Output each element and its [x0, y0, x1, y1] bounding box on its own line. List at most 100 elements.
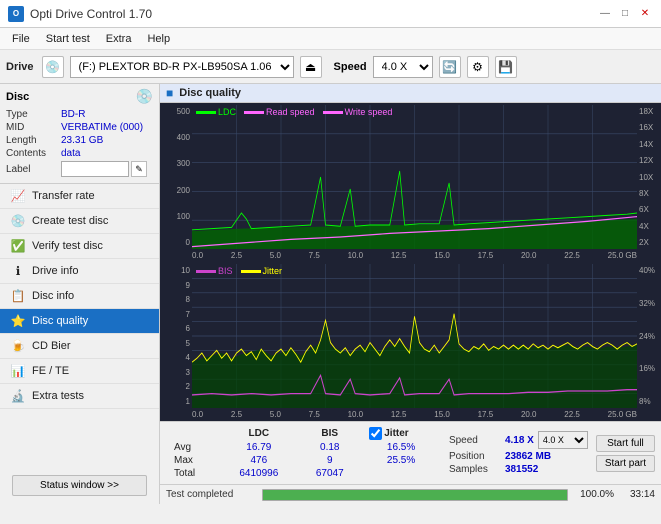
- sidebar-item-cd-bier[interactable]: 🍺 CD Bier: [0, 334, 159, 359]
- sidebar-item-disc-quality[interactable]: ⭐ Disc quality: [0, 309, 159, 334]
- sidebar-item-disc-info[interactable]: 📋 Disc info: [0, 284, 159, 309]
- start-full-button[interactable]: Start full: [596, 435, 655, 452]
- disc-section: Disc 💿 Type BD-R MID VERBATIMe (000) Len…: [0, 84, 159, 184]
- sidebar-item-drive-info[interactable]: ℹ Drive info: [0, 259, 159, 284]
- disc-length-value: 23.31 GB: [61, 135, 153, 146]
- disc-mid-value: VERBATIMe (000): [61, 122, 153, 133]
- sidebar-item-label: Drive info: [32, 265, 78, 277]
- sidebar-item-label: Extra tests: [32, 390, 84, 402]
- charts-wrapper: 5004003002001000 LDC Read speed: [160, 103, 661, 421]
- speed-info: Speed 4.18 X 4.0 X Position 23862 MB Sam…: [449, 431, 588, 475]
- sidebar-item-transfer-rate[interactable]: 📈 Transfer rate: [0, 184, 159, 209]
- disc-contents-key: Contents: [6, 148, 61, 159]
- disc-header-label: Disc: [6, 91, 29, 103]
- refresh-button[interactable]: 🔄: [439, 56, 461, 78]
- sidebar-nav: 📈 Transfer rate 💿 Create test disc ✅ Ver…: [0, 184, 159, 409]
- content-area: ■ Disc quality 5004003002001000 LDC: [160, 84, 661, 504]
- app-title: Opti Drive Control 1.70: [30, 7, 152, 21]
- table-row: Max 476 9 25.5%: [166, 454, 441, 467]
- drive-icon-button[interactable]: 💿: [42, 56, 64, 78]
- chart2-legend: BIS Jitter: [192, 264, 286, 278]
- close-button[interactable]: ✕: [637, 6, 653, 22]
- disc-label-edit-button[interactable]: ✎: [131, 161, 147, 177]
- chart-title: Disc quality: [179, 87, 241, 99]
- disc-label-key: Label: [6, 164, 61, 175]
- cd-bier-icon: 🍺: [10, 339, 26, 353]
- maximize-button[interactable]: □: [617, 6, 633, 22]
- drive-label: Drive: [6, 61, 34, 73]
- chart2-y-right: 40%32%24%16%8%: [637, 264, 659, 408]
- progress-bar: [262, 489, 568, 501]
- sidebar-item-label: FE / TE: [32, 365, 69, 377]
- chart1-legend: LDC Read speed Write speed: [192, 105, 396, 119]
- sidebar-item-label: Verify test disc: [32, 240, 103, 252]
- menu-help[interactable]: Help: [139, 31, 178, 47]
- toolbar: Drive 💿 (F:) PLEXTOR BD-R PX-LB950SA 1.0…: [0, 50, 661, 84]
- menu-file[interactable]: File: [4, 31, 38, 47]
- sidebar-item-label: Disc info: [32, 290, 74, 302]
- status-window-button[interactable]: Status window >>: [12, 475, 147, 496]
- disc-type-value: BD-R: [61, 109, 153, 120]
- sidebar: Disc 💿 Type BD-R MID VERBATIMe (000) Len…: [0, 84, 160, 504]
- create-test-disc-icon: 💿: [10, 214, 26, 228]
- disc-mid-key: MID: [6, 122, 61, 133]
- jitter-checkbox[interactable]: [369, 427, 382, 440]
- status-text: Test completed: [166, 489, 256, 500]
- sidebar-item-create-test-disc[interactable]: 💿 Create test disc: [0, 209, 159, 234]
- menu-extra[interactable]: Extra: [98, 31, 140, 47]
- disk-button[interactable]: 💾: [495, 56, 517, 78]
- ldc-chart-area: 5004003002001000 LDC Read speed: [162, 105, 659, 249]
- drive-info-icon: ℹ: [10, 264, 26, 278]
- disc-quality-icon: ⭐: [10, 314, 26, 328]
- drive-select[interactable]: (F:) PLEXTOR BD-R PX-LB950SA 1.06: [70, 56, 294, 78]
- fe-te-icon: 📊: [10, 364, 26, 378]
- speed-label: Speed: [334, 61, 367, 73]
- chart1-x-labels: 0.02.55.07.510.012.515.017.520.022.525.0…: [162, 251, 659, 260]
- sidebar-item-fe-te[interactable]: 📊 FE / TE: [0, 359, 159, 384]
- sidebar-item-verify-test-disc[interactable]: ✅ Verify test disc: [0, 234, 159, 259]
- disc-length-key: Length: [6, 135, 61, 146]
- window-controls: — □ ✕: [597, 6, 653, 22]
- action-buttons: Start full Start part: [596, 435, 655, 472]
- titlebar: O Opti Drive Control 1.70 — □ ✕: [0, 0, 661, 28]
- disc-label-input[interactable]: [61, 161, 129, 177]
- sidebar-item-label: Transfer rate: [32, 190, 95, 202]
- time-label: 33:14: [620, 489, 655, 500]
- extra-tests-icon: 🔬: [10, 389, 26, 403]
- stats-panel: LDC BIS Jitter Avg 16.79 0.18: [160, 421, 661, 484]
- menu-start-test[interactable]: Start test: [38, 31, 98, 47]
- minimize-button[interactable]: —: [597, 6, 613, 22]
- ldc-chart-svg: [192, 105, 637, 249]
- table-row: Total 6410996 67047: [166, 467, 441, 480]
- main-area: Disc 💿 Type BD-R MID VERBATIMe (000) Len…: [0, 84, 661, 504]
- disc-contents-value: data: [61, 148, 153, 159]
- chart1-y-left: 5004003002001000: [162, 105, 192, 249]
- table-row: Avg 16.79 0.18 16.5%: [166, 441, 441, 454]
- progress-bar-fill: [263, 490, 567, 500]
- disc-type-key: Type: [6, 109, 61, 120]
- sidebar-item-label: Disc quality: [32, 315, 88, 327]
- stats-table: LDC BIS Jitter Avg 16.79 0.18: [166, 426, 441, 480]
- start-part-button[interactable]: Start part: [596, 455, 655, 472]
- settings-button[interactable]: ⚙: [467, 56, 489, 78]
- bis-chart-svg: [192, 264, 637, 408]
- disc-info-icon: 📋: [10, 289, 26, 303]
- verify-test-disc-icon: ✅: [10, 239, 26, 253]
- transfer-rate-icon: 📈: [10, 189, 26, 203]
- app-icon: O: [8, 6, 24, 22]
- chart1-y-right: 18X16X14X12X10X8X6X4X2X: [637, 105, 659, 249]
- sidebar-item-label: Create test disc: [32, 215, 108, 227]
- menubar: File Start test Extra Help: [0, 28, 661, 50]
- chart2-y-left: 10987654321: [162, 264, 192, 408]
- chart2-x-labels: 0.02.55.07.510.012.515.017.520.022.525.0…: [162, 410, 659, 419]
- test-speed-select[interactable]: 4.0 X: [538, 431, 588, 449]
- chart-header: ■ Disc quality: [160, 84, 661, 103]
- bis-chart-area: 10987654321 BIS Jitter: [162, 264, 659, 408]
- sidebar-item-extra-tests[interactable]: 🔬 Extra tests: [0, 384, 159, 409]
- sidebar-item-label: CD Bier: [32, 340, 71, 352]
- progress-bar-area: Test completed 100.0% 33:14: [160, 484, 661, 504]
- speed-select[interactable]: 4.0 X: [373, 56, 433, 78]
- eject-button[interactable]: ⏏: [300, 56, 322, 78]
- disc-icon: 💿: [136, 88, 153, 105]
- progress-percent: 100.0%: [574, 489, 614, 500]
